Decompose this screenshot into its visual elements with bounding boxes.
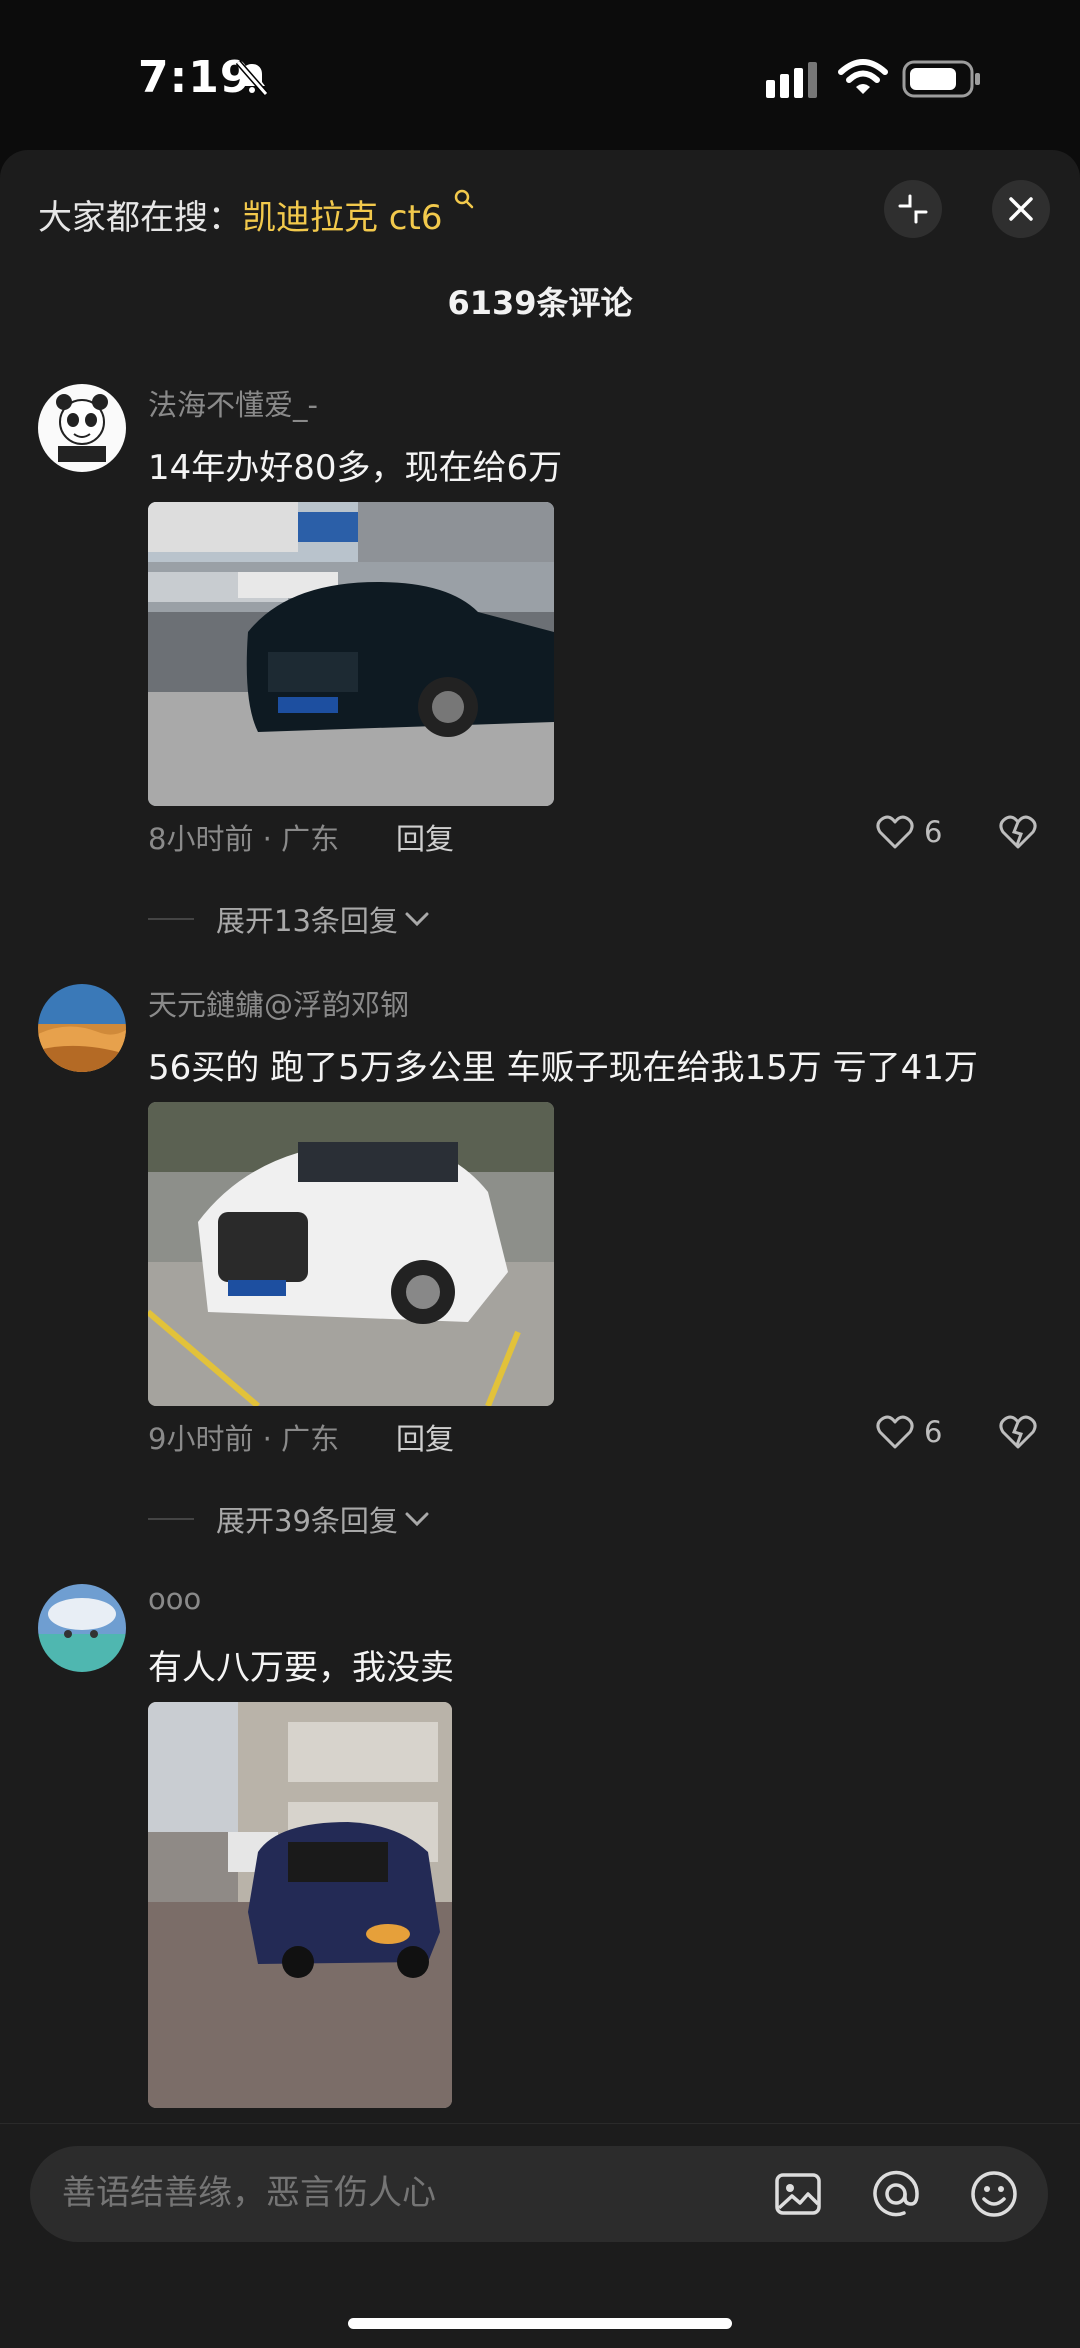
chevron-down-icon bbox=[405, 912, 429, 927]
comment-image[interactable] bbox=[148, 1102, 554, 1406]
avatar[interactable] bbox=[38, 984, 126, 1072]
black-sedan-photo bbox=[148, 502, 554, 806]
comment-input-box[interactable] bbox=[30, 2146, 1048, 2242]
chevron-down-icon bbox=[405, 1512, 429, 1527]
avatar[interactable] bbox=[38, 384, 126, 472]
comment-input[interactable] bbox=[60, 2172, 744, 2214]
comment-username[interactable]: 法海不懂爱_- bbox=[148, 382, 318, 424]
white-suv-photo bbox=[148, 1102, 554, 1406]
expand-divider bbox=[148, 1518, 194, 1520]
broken-heart-icon[interactable] bbox=[998, 814, 1038, 850]
reply-button[interactable]: 回复 bbox=[396, 1416, 454, 1458]
reply-button[interactable]: 回复 bbox=[396, 816, 454, 858]
comment-count: 6139条评论 bbox=[447, 284, 633, 322]
expand-replies[interactable]: 展开39条回复 bbox=[148, 1498, 430, 1540]
comment-username[interactable]: ooo bbox=[148, 1582, 201, 1616]
wifi-icon bbox=[838, 59, 888, 94]
comments-sheet: 大家都在搜：凯迪拉克 ct6 6139条评论 法海不懂爱_- 14年办好80多，… bbox=[0, 150, 1080, 2347]
home-indicator bbox=[348, 2318, 732, 2329]
hot-search-keyword[interactable]: 凯迪拉克 ct6 bbox=[242, 198, 442, 238]
panda-avatar-image bbox=[38, 384, 126, 472]
expand-replies-label: 展开39条回复 bbox=[216, 1504, 398, 1538]
comment-username[interactable]: 天元鏈鏞@浮韵邓钢 bbox=[148, 982, 409, 1024]
comment-composer bbox=[0, 2123, 1080, 2348]
hot-search-label: 大家都在搜： bbox=[38, 198, 242, 238]
comment-text[interactable]: 14年办好80多，现在给6万 bbox=[148, 440, 562, 489]
silent-bell-icon bbox=[235, 60, 269, 96]
like-count: 6 bbox=[924, 815, 943, 849]
hot-search-bar[interactable]: 大家都在搜：凯迪拉克 ct6 bbox=[38, 189, 475, 239]
heart-icon bbox=[876, 1415, 914, 1449]
mention-icon[interactable] bbox=[868, 2166, 924, 2222]
seaside-avatar-image bbox=[38, 1584, 126, 1672]
comment-image[interactable] bbox=[148, 1702, 452, 2108]
comment-image[interactable] bbox=[148, 502, 554, 806]
emoji-icon[interactable] bbox=[966, 2166, 1022, 2222]
collapse-icon bbox=[898, 194, 928, 224]
image-icon[interactable] bbox=[770, 2166, 826, 2222]
comment-meta: 8小时前 · 广东 bbox=[148, 822, 340, 856]
blue-hatchback-photo bbox=[148, 1702, 452, 2108]
comment-text[interactable]: 有人八万要，我没卖 bbox=[148, 1640, 454, 1689]
broken-heart-icon[interactable] bbox=[998, 1414, 1038, 1450]
like-button[interactable]: 6 bbox=[876, 814, 942, 850]
expand-replies-label: 展开13条回复 bbox=[216, 904, 398, 938]
battery-icon bbox=[902, 60, 980, 98]
collapse-button[interactable] bbox=[884, 180, 942, 238]
comment-text[interactable]: 56买的 跑了5万多公里 车贩子现在给我15万 亏了41万 bbox=[148, 1040, 978, 1089]
expand-replies[interactable]: 展开13条回复 bbox=[148, 898, 430, 940]
desert-avatar-image bbox=[38, 984, 126, 1072]
like-button[interactable]: 6 bbox=[876, 1414, 942, 1450]
like-count: 6 bbox=[924, 1415, 943, 1449]
close-button[interactable] bbox=[992, 180, 1050, 238]
status-bar: 7:19 bbox=[0, 0, 1080, 150]
cellular-signal-icon bbox=[766, 62, 817, 98]
avatar[interactable] bbox=[38, 1584, 126, 1672]
expand-divider bbox=[148, 918, 194, 920]
comment-meta: 9小时前 · 广东 bbox=[148, 1422, 340, 1456]
close-icon bbox=[1009, 197, 1033, 221]
search-icon bbox=[455, 189, 474, 209]
heart-icon bbox=[876, 815, 914, 849]
